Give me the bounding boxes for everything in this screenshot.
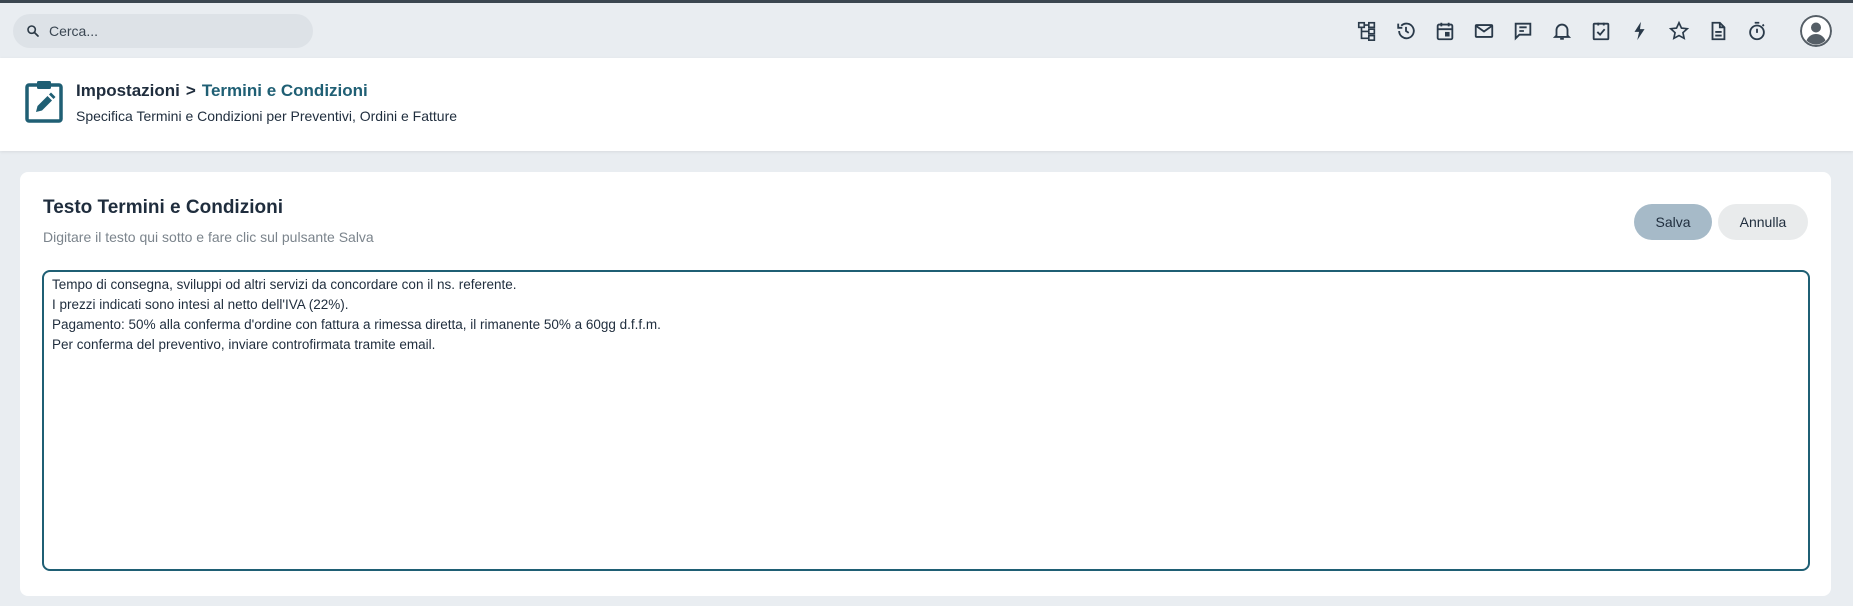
breadcrumb-current: Termini e Condizioni — [201, 81, 368, 100]
page-header: Impostazioni > Termini e Condizioni Specif… — [0, 58, 1853, 151]
sitemap-icon[interactable] — [1356, 19, 1395, 43]
cancel-button[interactable]: Annulla — [1718, 204, 1808, 240]
card-title: Testo Termini e Condizioni — [43, 197, 283, 218]
lightning-icon[interactable] — [1629, 19, 1668, 43]
top-bar — [0, 3, 1853, 58]
terms-card: Testo Termini e Condizioni Digitare il t… — [20, 172, 1831, 596]
breadcrumb-separator: > — [185, 81, 196, 100]
clipboard-edit-icon — [25, 81, 63, 123]
search-icon — [27, 25, 39, 37]
search-box[interactable] — [13, 14, 313, 48]
terms-textarea[interactable] — [42, 270, 1810, 571]
document-icon[interactable] — [1707, 19, 1746, 43]
mail-icon[interactable] — [1473, 19, 1512, 43]
task-check-icon[interactable] — [1590, 19, 1629, 43]
bell-icon[interactable] — [1551, 19, 1590, 43]
save-button[interactable]: Salva — [1634, 204, 1712, 240]
user-avatar-icon[interactable] — [1800, 15, 1832, 47]
chat-icon[interactable] — [1512, 19, 1551, 43]
history-icon[interactable] — [1395, 19, 1434, 43]
breadcrumb-parent[interactable]: Impostazioni — [76, 81, 180, 100]
calendar-icon[interactable] — [1434, 19, 1473, 43]
card-subtitle: Digitare il testo qui sotto e fare clic … — [43, 229, 374, 245]
timer-icon[interactable] — [1746, 19, 1785, 43]
star-icon[interactable] — [1668, 19, 1707, 43]
breadcrumb: Impostazioni > Termini e Condizioni — [76, 81, 368, 101]
search-input[interactable] — [49, 23, 299, 39]
page-subtitle: Specifica Termini e Condizioni per Preve… — [76, 108, 458, 124]
toolbar-icons — [1356, 19, 1785, 43]
